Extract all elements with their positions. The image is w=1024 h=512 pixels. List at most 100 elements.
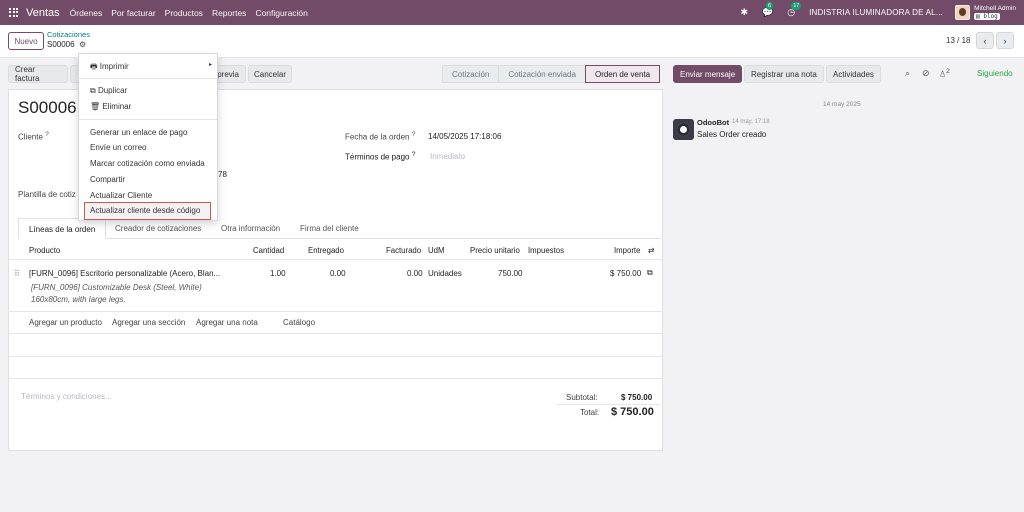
log-note-button[interactable]: Registrar una nota (744, 65, 824, 83)
col-facturado[interactable]: Facturado (386, 246, 421, 255)
chat-icon[interactable]: 💬 6 (762, 2, 773, 18)
paperclip-icon[interactable]: ⊘ (922, 68, 930, 79)
row-divider (8, 333, 663, 334)
menu-reportes[interactable]: Reportes (212, 8, 247, 18)
add-product-link[interactable]: Agregar un producto (29, 318, 102, 327)
total-label: Total: (580, 408, 600, 417)
menu-divider (79, 78, 217, 79)
help-icon: ? (411, 151, 416, 158)
user-menu[interactable]: Mitchell Admin ▤ blog (974, 5, 1016, 20)
terminos-field[interactable]: Inmediato (430, 152, 465, 161)
column-settings-icon[interactable]: ⇄ (648, 246, 655, 255)
add-note-link[interactable]: Agregar una nota (196, 318, 258, 327)
copy-icon: ⧉ (90, 86, 96, 95)
terminos-label-text: Términos de pago (345, 152, 410, 162)
line-cantidad[interactable]: 1.00 (270, 269, 286, 278)
update-client-from-code-menu-item[interactable]: Actualizar cliente desde código (90, 206, 200, 215)
apps-grid-icon[interactable] (9, 7, 19, 18)
line-product[interactable]: [FURN_0096] Escritorio personalizable (A… (29, 269, 220, 278)
terms-field[interactable]: Términos y condiciones... (21, 392, 112, 401)
clock-icon[interactable]: ◷ 17 (787, 2, 802, 18)
add-section-link[interactable]: Agregar una sección (112, 318, 185, 327)
menu-ordenes[interactable]: Órdenes (70, 8, 103, 18)
duplicate-menu-item[interactable]: ⧉ Duplicar (90, 86, 127, 96)
following-button[interactable]: Siguiendo (977, 69, 1013, 78)
tab-otra-info[interactable]: Otra información (211, 218, 290, 239)
mark-sent-menu-item[interactable]: Marcar cotización como enviada (90, 159, 205, 168)
subtotal-value: $ 750.00 (621, 393, 653, 402)
messages-badge: 6 (765, 2, 774, 10)
col-impuestos[interactable]: Impuestos (528, 246, 564, 255)
menu-configuracion[interactable]: Configuración (255, 8, 307, 18)
share-menu-item[interactable]: Compartir (90, 175, 125, 184)
status-cotizacion[interactable]: Cotización (442, 65, 499, 83)
activities-badge: 17 (791, 2, 802, 10)
line-udm[interactable]: Unidades (428, 269, 462, 278)
company-switcher[interactable]: INDISTRIA ILUMINADORA DE AL... (809, 8, 943, 17)
col-entregado[interactable]: Entregado (308, 246, 344, 255)
payment-link-menu-item[interactable]: Generar un enlace de pago (90, 128, 187, 137)
send-email-menu-item[interactable]: Envíe un correo (90, 143, 146, 152)
pager-next-button[interactable]: › (996, 32, 1014, 49)
col-producto[interactable]: Producto (29, 246, 60, 255)
pager-value[interactable]: 13 / 18 (946, 36, 970, 45)
status-orden-de-venta[interactable]: Orden de venta (584, 65, 661, 83)
duplicate-label: Duplicar (97, 86, 128, 95)
fecha-label-text: Fecha de la orden (345, 132, 410, 142)
line-desc1: [FURN_0096] Customizable Desk (Steel, Wh… (31, 283, 202, 292)
top-navbar: Ventas Órdenes Por facturar Productos Re… (0, 0, 1024, 25)
print-menu-item[interactable]: 🖶 Imprimir (90, 61, 129, 75)
trash-icon: 🗑 (90, 102, 101, 111)
col-importe[interactable]: Importe (614, 246, 640, 255)
help-icon: ? (45, 131, 49, 138)
line-importe: $ 750.00 (610, 269, 642, 278)
pager-previous-button[interactable]: ‹ (976, 32, 994, 49)
line-entregado[interactable]: 0.00 (330, 269, 346, 278)
line-desc2: 160x80cm, with large legs. (31, 295, 126, 304)
bug-icon[interactable]: ✱ (740, 7, 748, 18)
odoobot-avatar (673, 119, 694, 140)
line-facturado: 0.00 (407, 269, 423, 278)
copy-icon[interactable]: ⧉ (647, 268, 653, 278)
send-message-button[interactable]: Enviar mensaje (673, 65, 743, 83)
record-name: S00006 (47, 40, 75, 49)
create-invoice-button[interactable]: Crear factura (8, 65, 68, 83)
update-client-menu-item[interactable]: Actualizar Cliente (90, 191, 152, 200)
terminos-label: Términos de pago ? (345, 151, 415, 162)
new-button[interactable]: Nuevo (8, 32, 44, 50)
search-icon[interactable]: ⌕ (905, 68, 910, 79)
col-precio[interactable]: Precio unitario (470, 246, 520, 255)
delete-menu-item[interactable]: 🗑 Eliminar (90, 102, 131, 111)
col-cantidad[interactable]: Cantidad (253, 246, 284, 255)
partial-value: 78 (218, 170, 227, 179)
col-udm[interactable]: UdM (428, 246, 444, 255)
drag-handle-icon[interactable]: ⠿ (14, 269, 20, 278)
tab-creador[interactable]: Creador de cotizaciones (105, 218, 211, 239)
catalog-link[interactable]: Catálogo (283, 318, 315, 327)
tab-firma[interactable]: Firma del cliente (290, 218, 369, 239)
database-badge: ▤ blog (974, 13, 1000, 20)
gear-dropdown-menu: 🖶 Imprimir ▸ ⧉ Duplicar 🗑 Eliminar Gener… (78, 53, 218, 221)
menu-por-facturar[interactable]: Por facturar (111, 8, 155, 18)
totals-divider (556, 404, 660, 405)
menu-productos[interactable]: Productos (165, 8, 203, 18)
message-author[interactable]: OdooBot (697, 118, 729, 127)
activities-button[interactable]: Actividades (826, 65, 881, 83)
fecha-value: 14/05/2025 17:18:06 (428, 132, 502, 141)
plantilla-label: Plantilla de cotiz (18, 190, 76, 199)
database-icon: ▤ (976, 13, 980, 20)
followers-count: 2 (946, 68, 950, 75)
gear-icon[interactable]: ⚙ (79, 40, 86, 49)
line-precio[interactable]: 750.00 (498, 269, 522, 278)
breadcrumb[interactable]: Cotizaciones (47, 30, 90, 39)
tab-lineas[interactable]: Líneas de la orden (18, 218, 107, 239)
app-name[interactable]: Ventas (26, 7, 60, 19)
followers-button[interactable]: ♙2 (939, 68, 950, 79)
message-body: Sales Order creado (697, 130, 767, 139)
cancel-button[interactable]: Cancelar (248, 65, 292, 83)
page-title: S00006 (18, 98, 77, 117)
chevron-left-icon: ‹ (983, 35, 987, 46)
help-icon: ? (411, 131, 416, 138)
status-cotizacion-enviada[interactable]: Cotización enviada (498, 65, 585, 83)
avatar[interactable] (955, 5, 971, 20)
